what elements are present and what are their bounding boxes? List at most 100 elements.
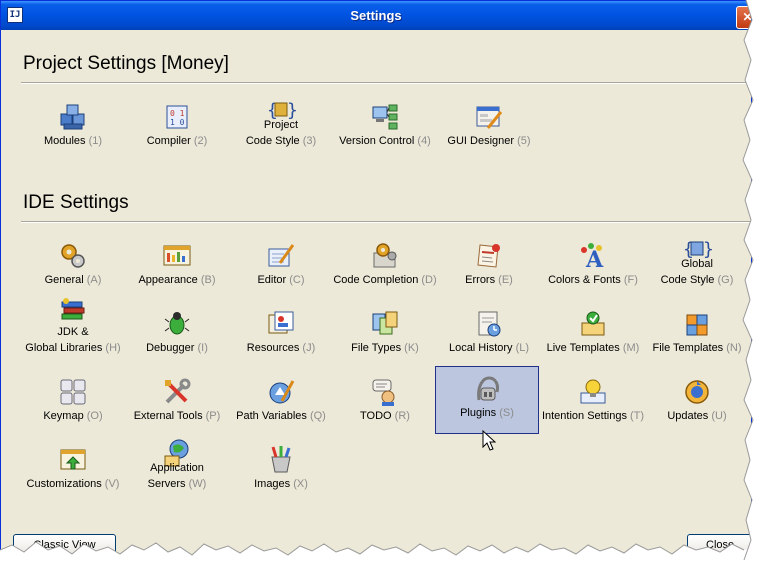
setting-intention-settings[interactable]: Intention Settings (T) <box>541 370 645 438</box>
intention-lightbulb-icon <box>580 379 606 404</box>
item-label: External Tools <box>133 410 203 422</box>
file-types-icon <box>372 311 398 335</box>
settings-grid: Modules (1) 0 1 1 0 Compiler (2) { } Pro… <box>21 1 751 559</box>
todo-icon <box>372 379 395 406</box>
item-label-line1: Project <box>263 119 299 131</box>
editor-icon <box>268 244 295 267</box>
setting-jdk-global-libraries[interactable]: JDK & Global Libraries (H) <box>21 298 125 370</box>
appearance-icon <box>163 245 191 266</box>
local-history-icon <box>478 311 501 337</box>
item-label: TODO <box>360 410 392 422</box>
shortcut-key: (5) <box>517 135 531 147</box>
setting-compiler[interactable]: 0 1 1 0 Compiler (2) <box>125 95 229 163</box>
shortcut-key: (F) <box>623 274 638 286</box>
keymap-icon <box>60 379 86 405</box>
setting-file-templates[interactable]: File Templates (N) <box>645 302 749 370</box>
item-label: File Templates <box>652 342 724 354</box>
setting-resources[interactable]: Resources (J) <box>229 302 333 370</box>
shortcut-key: (C) <box>289 274 305 286</box>
shortcut-key: (I) <box>197 342 208 354</box>
setting-code-completion[interactable]: Code Completion (D) <box>333 234 437 302</box>
setting-external-tools[interactable]: External Tools (P) <box>125 370 229 438</box>
setting-local-history[interactable]: Local History (L) <box>437 302 541 370</box>
modules-icon <box>60 104 85 130</box>
setting-modules[interactable]: Modules (1) <box>21 95 125 163</box>
version-control-icon <box>372 104 398 130</box>
item-label: Images <box>254 478 291 490</box>
setting-live-templates[interactable]: Live Templates (M) <box>541 302 645 370</box>
setting-project-code-style[interactable]: { } ProjectCode Style (3) <box>229 95 333 163</box>
item-label: GUI Designer <box>447 135 515 147</box>
shortcut-key: (S) <box>499 407 514 419</box>
shortcut-key: (K) <box>404 342 419 354</box>
shortcut-key: (T) <box>630 410 645 422</box>
item-label: Errors <box>465 274 496 286</box>
resources-icon <box>268 311 294 334</box>
live-templates-icon <box>581 311 605 336</box>
item-label: Updates <box>667 410 709 422</box>
svg-text:0 1: 0 1 <box>170 109 185 118</box>
setting-customizations[interactable]: Customizations (V) <box>21 438 125 506</box>
shortcut-key: (E) <box>498 274 513 286</box>
torn-edge-bottom <box>0 541 768 571</box>
general-gears-icon <box>61 244 85 268</box>
setting-plugins[interactable]: Plugins (S) <box>435 366 539 434</box>
gui-designer-icon <box>476 106 503 129</box>
shortcut-key: (U) <box>711 410 727 422</box>
setting-version-control[interactable]: Version Control (4) <box>333 95 437 163</box>
errors-icon <box>477 244 500 268</box>
setting-global-code-style[interactable]: { } GlobalCode Style (G) <box>645 234 749 302</box>
torn-edge-right <box>742 0 768 571</box>
shortcut-key: (2) <box>193 135 208 147</box>
shortcut-key: (M) <box>622 342 640 354</box>
setting-general[interactable]: General (A) <box>21 234 125 302</box>
setting-path-variables[interactable]: Path Variables (Q) <box>229 370 333 438</box>
path-variables-icon <box>269 380 295 404</box>
colors-fonts-icon: A <box>581 243 604 271</box>
settings-window: IJ Settings ✕ Project Settings [Money] I… <box>0 0 752 560</box>
item-label: Path Variables <box>236 410 307 422</box>
setting-gui-designer[interactable]: GUI Designer (5) <box>437 95 541 163</box>
setting-application-servers[interactable]: Application Servers (W) <box>125 438 229 506</box>
setting-keymap[interactable]: Keymap (O) <box>21 370 125 438</box>
file-templates-icon <box>686 314 708 336</box>
setting-file-types[interactable]: File Types (K) <box>333 302 437 370</box>
shortcut-key: (Q) <box>309 410 326 422</box>
setting-errors[interactable]: Errors (E) <box>437 234 541 302</box>
item-label: Appearance <box>138 274 198 286</box>
item-label: Live Templates <box>546 342 620 354</box>
setting-images[interactable]: Images (X) <box>229 438 333 506</box>
shortcut-key: (4) <box>417 135 431 147</box>
shortcut-key: (D) <box>421 274 437 286</box>
setting-colors-fonts[interactable]: A Colors & Fonts (F) <box>541 234 645 302</box>
shortcut-key: (V) <box>104 478 120 490</box>
item-label: Compiler <box>146 135 191 147</box>
item-label: Modules <box>43 135 86 147</box>
setting-todo[interactable]: TODO (R) <box>333 370 437 438</box>
item-label: Debugger <box>146 342 195 354</box>
item-label: Plugins <box>460 407 497 419</box>
setting-editor[interactable]: Editor (C) <box>229 234 333 302</box>
updates-icon <box>685 380 709 404</box>
shortcut-key: (G) <box>717 274 734 286</box>
shortcut-key: (J) <box>302 342 316 354</box>
svg-text:A: A <box>585 247 604 271</box>
item-label: Global Libraries <box>25 342 103 354</box>
item-label: Code Style <box>245 135 300 147</box>
item-label: Local History <box>448 342 513 354</box>
plugins-icon <box>477 376 499 401</box>
item-label: Resources <box>246 342 300 354</box>
shortcut-key: (1) <box>88 135 103 147</box>
code-completion-icon <box>373 243 397 268</box>
shortcut-key: (O) <box>86 410 103 422</box>
item-label-line1: Global <box>681 258 713 270</box>
shortcut-key: (H) <box>105 342 121 354</box>
setting-appearance[interactable]: Appearance (B) <box>125 234 229 302</box>
svg-text:1 0: 1 0 <box>170 118 185 127</box>
shortcut-key: (X) <box>293 478 308 490</box>
shortcut-key: (L) <box>515 342 530 354</box>
setting-updates[interactable]: Updates (U) <box>645 370 749 438</box>
item-label: Intention Settings <box>541 410 627 422</box>
debugger-bug-icon <box>164 312 190 335</box>
setting-debugger[interactable]: Debugger (I) <box>125 302 229 370</box>
